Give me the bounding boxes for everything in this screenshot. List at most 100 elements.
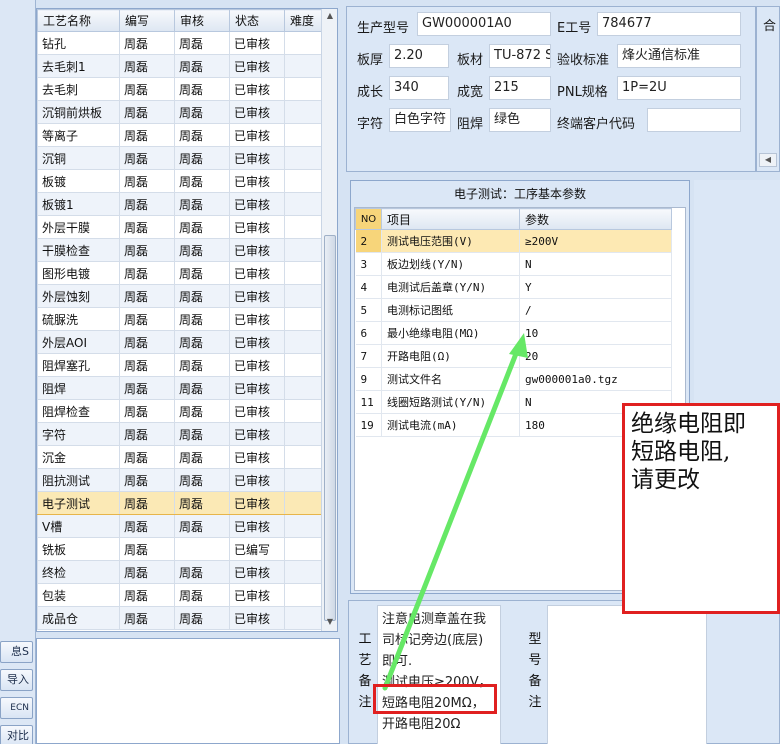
status-cell: 已审核: [229, 422, 285, 446]
param-no-cell: 4: [355, 275, 382, 299]
info-button[interactable]: 息S: [0, 641, 33, 663]
process-row[interactable]: 沉铜 周磊 周磊 已审核: [37, 146, 322, 170]
type-note-field[interactable]: [547, 605, 707, 744]
eno-field[interactable]: 784677: [597, 12, 741, 36]
model-label: 生产型号: [357, 21, 410, 36]
reviewer-cell: 周磊: [174, 169, 230, 193]
process-row[interactable]: 终检 周磊 周磊 已审核: [37, 560, 322, 584]
reviewer-cell: 周磊: [174, 514, 230, 538]
process-row[interactable]: 板镀 周磊 周磊 已审核: [37, 169, 322, 193]
col-header-process-name[interactable]: 工艺名称: [37, 9, 120, 32]
mask-field[interactable]: 绿色: [489, 108, 551, 132]
compare-button[interactable]: 对比: [0, 725, 33, 744]
scroll-up-icon[interactable]: ▲: [324, 9, 336, 23]
process-row[interactable]: 包装 周磊 周磊 已审核: [37, 583, 322, 607]
process-name-cell: 外层干膜: [37, 215, 120, 239]
length-field[interactable]: 340: [389, 76, 449, 100]
process-row[interactable]: 字符 周磊 周磊 已审核: [37, 422, 322, 446]
col-header-param[interactable]: 参数: [519, 208, 672, 230]
mask-label: 阻焊: [457, 117, 484, 132]
model-field[interactable]: GW000001A0: [417, 12, 551, 36]
param-row[interactable]: 2 测试电压范围(V) ≥200V: [355, 229, 672, 253]
param-no-cell: 7: [355, 344, 382, 368]
process-row[interactable]: 沉铜前烘板 周磊 周磊 已审核: [37, 100, 322, 124]
process-row[interactable]: 铣板 周磊 已编写: [37, 537, 322, 561]
annotation-line: 短路电阻,: [631, 439, 731, 465]
col-header-reviewer[interactable]: 审核: [174, 9, 230, 32]
import-button[interactable]: 导入: [0, 669, 33, 691]
col-header-difficulty[interactable]: 难度: [284, 9, 322, 32]
reviewer-cell: 周磊: [174, 445, 230, 469]
reviewer-cell: 周磊: [174, 77, 230, 101]
app-window: 息S 导入 ECN 对比 工艺名称 编写 审核 状态 难度 钻孔 周磊 周磊 已审核去…: [0, 0, 780, 744]
process-row[interactable]: 阻焊 周磊 周磊 已审核: [37, 376, 322, 400]
param-row[interactable]: 6 最小绝缘电阻(MΩ) 10: [355, 321, 672, 345]
process-row[interactable]: 外层干膜 周磊 周磊 已审核: [37, 215, 322, 239]
process-row[interactable]: 成品仓 周磊 周磊 已审核: [37, 606, 322, 630]
author-cell: 周磊: [119, 215, 175, 239]
reviewer-cell: 周磊: [174, 583, 230, 607]
material-field[interactable]: TU-872 S: [489, 44, 551, 68]
param-row[interactable]: 3 板边划线(Y/N) N: [355, 252, 672, 276]
process-row[interactable]: 阻抗测试 周磊 周磊 已审核: [37, 468, 322, 492]
width-field[interactable]: 215: [489, 76, 551, 100]
standard-field[interactable]: 烽火通信标准: [617, 44, 741, 68]
col-header-author[interactable]: 编写: [119, 9, 175, 32]
type-note-label-char: 注: [528, 695, 542, 710]
process-row[interactable]: V槽 周磊 周磊 已审核: [37, 514, 322, 538]
process-row[interactable]: 干膜检查 周磊 周磊 已审核: [37, 238, 322, 262]
param-item-cell: 测试文件名: [381, 367, 520, 391]
process-row[interactable]: 外层蚀刻 周磊 周磊 已审核: [37, 284, 322, 308]
status-cell: 已审核: [229, 491, 285, 515]
param-row[interactable]: 4 电测试后盖章(Y/N) Y: [355, 275, 672, 299]
reviewer-cell: 周磊: [174, 606, 230, 630]
reviewer-cell: 周磊: [174, 330, 230, 354]
process-row[interactable]: 钻孔 周磊 周磊 已审核: [37, 31, 322, 55]
standard-label: 验收标准: [557, 53, 610, 68]
process-row[interactable]: 图形电镀 周磊 周磊 已审核: [37, 261, 322, 285]
status-cell: 已审核: [229, 261, 285, 285]
process-row[interactable]: 外层AOI 周磊 周磊 已审核: [37, 330, 322, 354]
col-header-item[interactable]: 项目: [381, 208, 520, 230]
author-cell: 周磊: [119, 284, 175, 308]
param-row[interactable]: 5 电测标记图纸 /: [355, 298, 672, 322]
process-name-cell: 阻抗测试: [37, 468, 120, 492]
difficulty-cell: [284, 146, 322, 170]
col-header-status[interactable]: 状态: [229, 9, 285, 32]
scroll-down-icon[interactable]: ▼: [324, 615, 336, 629]
process-row[interactable]: 阻焊塞孔 周磊 周磊 已审核: [37, 353, 322, 377]
process-row[interactable]: 去毛刺 周磊 周磊 已审核: [37, 77, 322, 101]
type-note-label: 型 号 备 注: [527, 629, 543, 713]
process-row[interactable]: 等离子 周磊 周磊 已审核: [37, 123, 322, 147]
process-row[interactable]: 板镀1 周磊 周磊 已审核: [37, 192, 322, 216]
process-list-scrollbar[interactable]: ▲ ▼: [321, 9, 337, 631]
difficulty-cell: [284, 353, 322, 377]
scroll-left-icon[interactable]: ◀: [759, 153, 777, 167]
process-name-cell: 沉铜: [37, 146, 120, 170]
right-side-panel: 合 ◀: [756, 6, 780, 172]
process-row[interactable]: 去毛刺1 周磊 周磊 已审核: [37, 54, 322, 78]
customer-field[interactable]: [647, 108, 741, 132]
pnl-field[interactable]: 1P=2U: [617, 76, 741, 100]
char-field[interactable]: 白色字符: [389, 108, 451, 132]
electronic-test-title: 电子测试：工序基本参数: [453, 187, 586, 201]
thickness-field[interactable]: 2.20: [389, 44, 449, 68]
col-header-no[interactable]: NO: [355, 208, 382, 230]
status-cell: 已审核: [229, 468, 285, 492]
status-cell: 已审核: [229, 583, 285, 607]
param-row[interactable]: 9 测试文件名 gw000001a0.tgz: [355, 367, 672, 391]
process-row[interactable]: 硫脲洗 周磊 周磊 已审核: [37, 307, 322, 331]
param-row[interactable]: 7 开路电阻(Ω) 20: [355, 344, 672, 368]
reviewer-cell: 周磊: [174, 399, 230, 423]
process-note-field[interactable]: 注意电测章盖在我 司标记旁边(底层) 即可. 测试电压≥200V， 短路电阻20…: [377, 605, 501, 744]
status-cell: 已审核: [229, 445, 285, 469]
detail-blank-area: [36, 638, 340, 744]
ecn-button[interactable]: ECN: [0, 697, 33, 719]
process-row[interactable]: 电子测试 周磊 周磊 已审核: [37, 491, 322, 515]
process-row[interactable]: 阻焊检查 周磊 周磊 已审核: [37, 399, 322, 423]
process-row[interactable]: 沉金 周磊 周磊 已审核: [37, 445, 322, 469]
scrollbar-thumb[interactable]: [324, 235, 336, 621]
process-note-line: 司标记旁边(底层): [382, 633, 484, 648]
difficulty-cell: [284, 261, 322, 285]
type-note-label-char: 备: [528, 674, 542, 689]
